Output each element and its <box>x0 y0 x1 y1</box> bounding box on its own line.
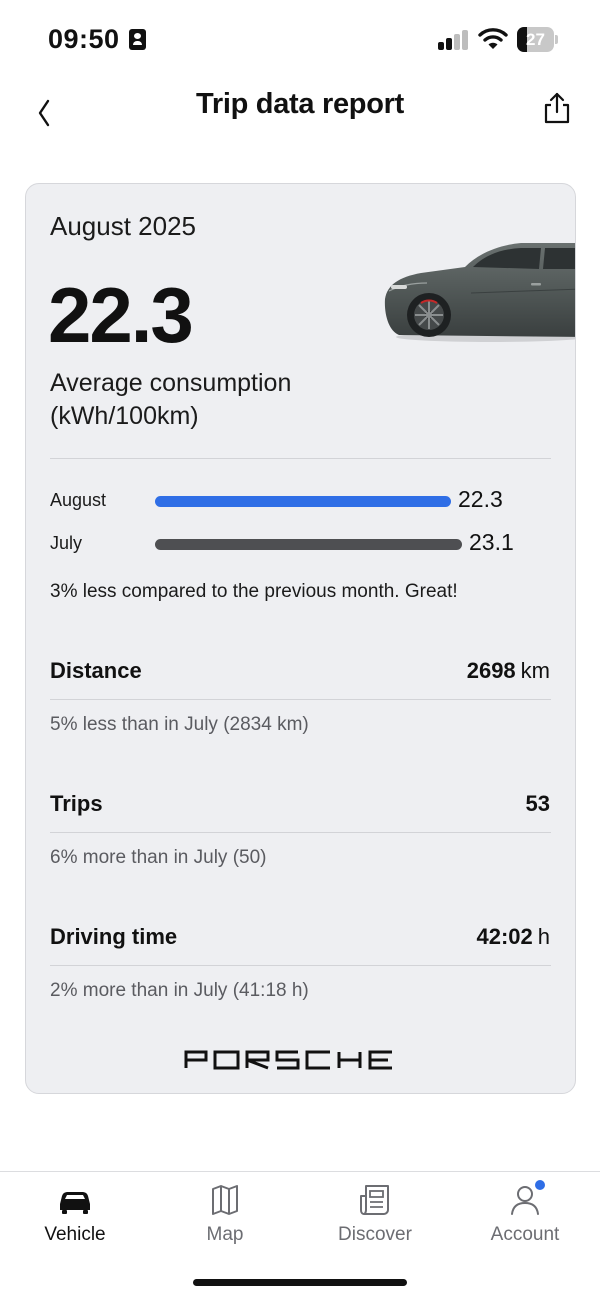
tab-label: Map <box>206 1224 244 1245</box>
tab-account[interactable]: Account <box>450 1172 600 1262</box>
map-icon <box>212 1185 238 1215</box>
comparison-row-current: August 22.3 <box>50 486 551 516</box>
comparison-label: August <box>50 490 107 510</box>
tab-map[interactable]: Map <box>150 1172 300 1262</box>
tab-label: Discover <box>338 1224 412 1245</box>
comparison-label: July <box>50 533 83 553</box>
trip-report-card: August 2025 22.3 Average consumption (kW… <box>25 183 576 1094</box>
car-icon <box>60 1192 90 1214</box>
status-time: 09:50 <box>48 24 120 54</box>
stat-value-distance: 2698 km <box>467 658 550 684</box>
stat-unit: km <box>520 658 550 683</box>
comparison-value: 23.1 <box>469 529 514 555</box>
notification-badge <box>535 1180 545 1190</box>
porsche-logo <box>184 1050 392 1070</box>
stat-unit: h <box>537 924 550 949</box>
tab-label: Vehicle <box>44 1224 106 1245</box>
status-bar: 09:50 27 <box>0 0 600 80</box>
comparison-bar-previous <box>155 539 462 550</box>
tab-discover[interactable]: Discover <box>300 1172 450 1262</box>
tab-label: Account <box>490 1224 560 1245</box>
share-icon[interactable] <box>540 90 574 126</box>
page-title: Trip data report <box>196 88 404 120</box>
average-consumption-label: Average consumption (kWh/100km) <box>50 367 350 433</box>
stat-value-trips: 53 <box>526 791 550 817</box>
stat-number: 2698 <box>466 658 516 683</box>
comparison-value: 22.3 <box>458 486 503 512</box>
stat-value-driving-time: 42:02 h <box>476 924 550 950</box>
home-indicator <box>193 1279 407 1286</box>
tab-vehicle[interactable]: Vehicle <box>0 1172 150 1262</box>
stat-number: 53 <box>525 791 550 816</box>
wifi-icon <box>478 28 508 49</box>
stat-sub-distance: 5% less than in July (2834 km) <box>50 714 309 735</box>
comparison-row-previous: July 23.1 <box>50 529 551 559</box>
average-consumption-label-line1: Average consumption <box>50 369 292 397</box>
stat-label-trips: Trips <box>50 791 103 816</box>
report-month: August 2025 <box>50 211 197 241</box>
stat-label-distance: Distance <box>50 658 142 683</box>
divider <box>50 458 551 459</box>
stat-label-driving-time: Driving time <box>50 924 178 949</box>
divider <box>50 965 551 966</box>
battery-percentage: 27 <box>526 30 545 49</box>
news-icon <box>360 1185 389 1215</box>
contact-card-icon <box>129 29 146 50</box>
stat-number: 42:02 <box>476 924 533 949</box>
car-image <box>384 243 575 342</box>
divider <box>50 832 551 833</box>
comparison-note: 3% less compared to the previous month. … <box>50 581 458 602</box>
divider <box>50 699 551 700</box>
battery-icon: 27 <box>517 27 559 52</box>
stat-sub-trips: 6% more than in July (50) <box>50 847 267 868</box>
average-consumption-value: 22.3 <box>48 271 194 359</box>
cellular-signal-icon <box>438 30 468 50</box>
average-consumption-label-unit: (kWh/100km) <box>50 402 199 430</box>
stat-sub-driving-time: 2% more than in July (41:18 h) <box>50 980 309 1001</box>
comparison-bar-current <box>155 496 451 507</box>
header: Trip data report <box>0 80 600 136</box>
